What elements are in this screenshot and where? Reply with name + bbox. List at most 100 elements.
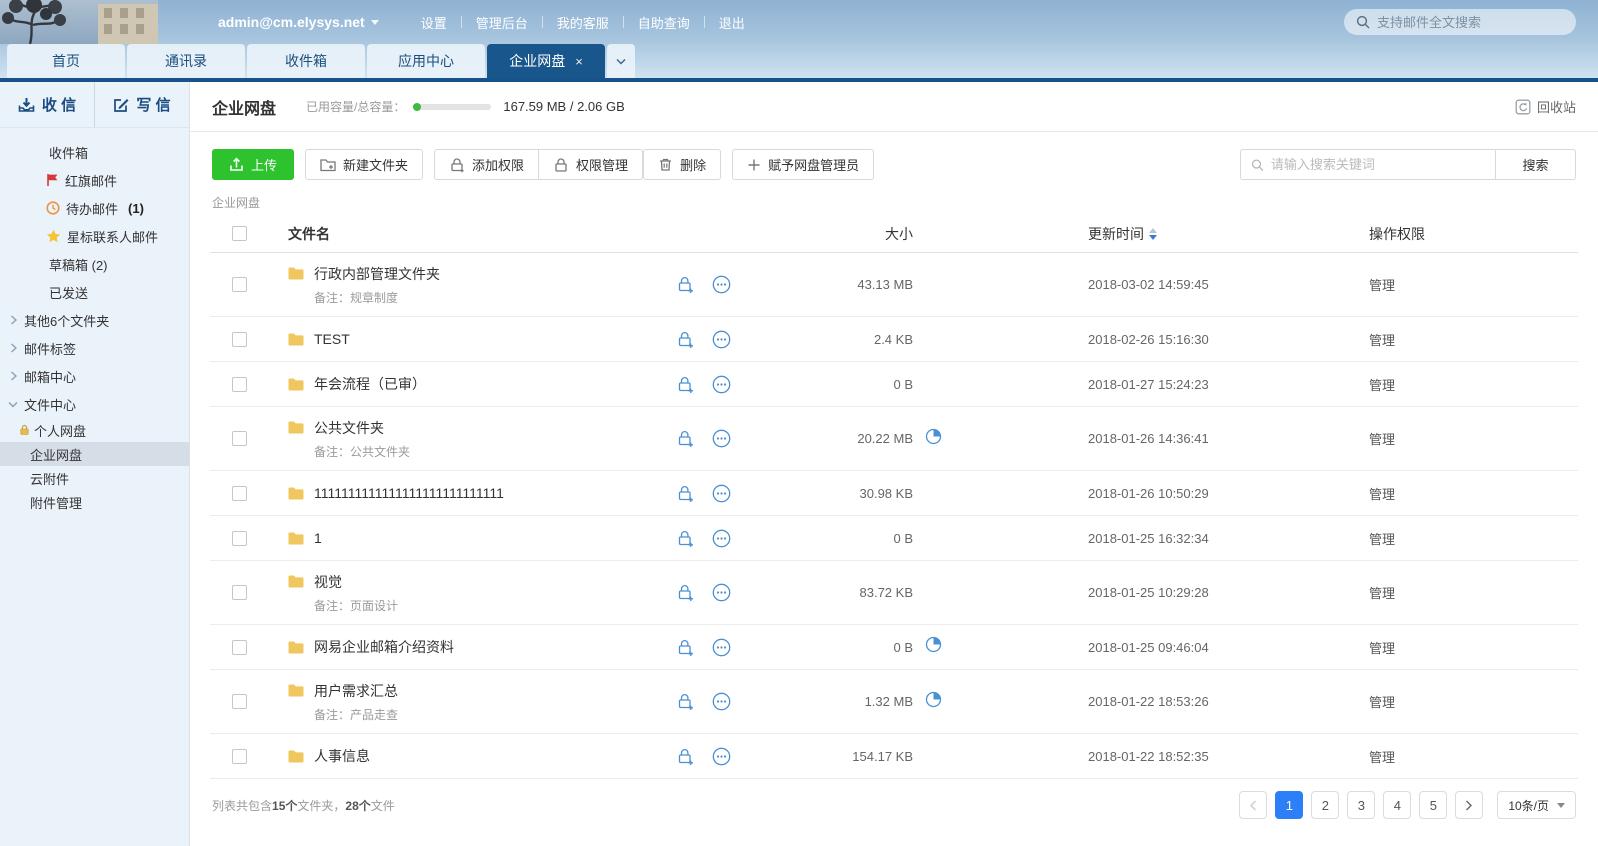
page-button-4[interactable]: 4 <box>1383 791 1411 819</box>
file-name[interactable]: 用户需求汇总 <box>314 681 398 701</box>
column-header-updated[interactable]: 更新时间 <box>1088 224 1353 244</box>
upload-button[interactable]: 上传 <box>212 149 294 180</box>
row-checkbox[interactable] <box>232 431 247 446</box>
permission-link[interactable]: 管理 <box>1353 692 1578 711</box>
close-icon[interactable]: × <box>575 55 583 68</box>
permission-link[interactable]: 管理 <box>1353 375 1578 394</box>
file-name[interactable]: 视觉 <box>314 572 342 592</box>
sidebar-item-mail-tags[interactable]: 邮件标签 <box>0 334 189 362</box>
quota-pie-icon[interactable] <box>925 636 942 658</box>
search-button[interactable]: 搜索 <box>1496 149 1576 180</box>
row-checkbox[interactable] <box>232 277 247 292</box>
topbar-link-self-query[interactable]: 自助查询 <box>624 13 704 32</box>
more-actions-icon[interactable] <box>712 638 731 657</box>
file-name[interactable]: 公共文件夹 <box>314 418 384 438</box>
sidebar-item-drafts[interactable]: 草稿箱 (2) <box>0 250 189 278</box>
add-permission-icon[interactable] <box>676 583 694 602</box>
row-checkbox[interactable] <box>232 749 247 764</box>
permission-link[interactable]: 管理 <box>1353 747 1578 766</box>
more-actions-icon[interactable] <box>712 484 731 503</box>
page-button-1[interactable]: 1 <box>1275 791 1303 819</box>
sidebar-item-enterprise-drive[interactable]: 企业网盘 <box>0 442 189 466</box>
global-search[interactable] <box>1344 9 1576 35</box>
page-button-5[interactable]: 5 <box>1419 791 1447 819</box>
file-name[interactable]: TEST <box>314 331 350 347</box>
file-name[interactable]: 网易企业邮箱介绍资料 <box>314 637 454 657</box>
add-permission-icon[interactable] <box>676 429 694 448</box>
file-name[interactable]: 1 <box>314 530 322 546</box>
topbar-link-my-service[interactable]: 我的客服 <box>543 13 623 32</box>
quota-pie-icon[interactable] <box>925 428 942 450</box>
row-checkbox[interactable] <box>232 585 247 600</box>
permission-link[interactable]: 管理 <box>1353 583 1578 602</box>
tab-app-center[interactable]: 应用中心 <box>367 44 485 78</box>
add-permission-icon[interactable] <box>676 692 694 711</box>
file-name[interactable]: 1111111111111111111111111111 <box>314 485 504 501</box>
new-folder-button[interactable]: 新建文件夹 <box>305 149 423 180</box>
add-permission-icon[interactable] <box>676 275 694 294</box>
tab-list-dropdown[interactable] <box>607 44 635 78</box>
add-permission-icon[interactable] <box>676 375 694 394</box>
permission-link[interactable]: 管理 <box>1353 638 1578 657</box>
row-checkbox[interactable] <box>232 377 247 392</box>
row-checkbox[interactable] <box>232 332 247 347</box>
permission-link[interactable]: 管理 <box>1353 529 1578 548</box>
recycle-bin-link[interactable]: 回收站 <box>1515 97 1576 116</box>
sidebar-item-mail-center[interactable]: 邮箱中心 <box>0 362 189 390</box>
sidebar-item-file-center[interactable]: 文件中心 <box>0 390 189 418</box>
prev-page-button[interactable] <box>1239 791 1267 819</box>
tab-home[interactable]: 首页 <box>7 44 125 78</box>
select-all-checkbox[interactable] <box>232 226 247 241</box>
more-actions-icon[interactable] <box>712 692 731 711</box>
sidebar-item-inbox[interactable]: 收件箱 <box>0 138 189 166</box>
sidebar-item-attachment-manage[interactable]: 附件管理 <box>0 490 189 514</box>
breadcrumb[interactable]: 企业网盘 <box>212 194 1576 211</box>
more-actions-icon[interactable] <box>712 275 731 294</box>
more-actions-icon[interactable] <box>712 583 731 602</box>
permission-link[interactable]: 管理 <box>1353 484 1578 503</box>
topbar-link-settings[interactable]: 设置 <box>407 13 461 32</box>
row-checkbox[interactable] <box>232 694 247 709</box>
tab-enterprise-drive[interactable]: 企业网盘× <box>487 44 605 78</box>
permission-link[interactable]: 管理 <box>1353 429 1578 448</box>
sidebar-item-flagged-mail[interactable]: 红旗邮件 <box>0 166 189 194</box>
row-checkbox[interactable] <box>232 486 247 501</box>
page-size-select[interactable]: 10条/页 <box>1497 791 1576 819</box>
page-button-3[interactable]: 3 <box>1347 791 1375 819</box>
add-permission-icon[interactable] <box>676 330 694 349</box>
add-permission-icon[interactable] <box>676 529 694 548</box>
next-page-button[interactable] <box>1455 791 1483 819</box>
add-permission-icon[interactable] <box>676 484 694 503</box>
more-actions-icon[interactable] <box>712 375 731 394</box>
topbar-link-admin-console[interactable]: 管理后台 <box>462 13 542 32</box>
sidebar-item-starred-contacts-mail[interactable]: 星标联系人邮件 <box>0 222 189 250</box>
receive-mail-button[interactable]: 收 信 <box>0 82 94 127</box>
add-permission-button[interactable]: 添加权限 <box>434 149 539 180</box>
file-name[interactable]: 行政内部管理文件夹 <box>314 264 440 284</box>
quota-pie-icon[interactable] <box>925 691 942 713</box>
permission-link[interactable]: 管理 <box>1353 275 1578 294</box>
grant-admin-button[interactable]: 赋予网盘管理员 <box>732 149 874 180</box>
more-actions-icon[interactable] <box>712 529 731 548</box>
more-actions-icon[interactable] <box>712 747 731 766</box>
add-permission-icon[interactable] <box>676 747 694 766</box>
column-header-size[interactable]: 大小 <box>763 224 913 244</box>
sidebar-item-other-folders[interactable]: 其他6个文件夹 <box>0 306 189 334</box>
add-permission-icon[interactable] <box>676 638 694 657</box>
sort-icon[interactable] <box>1149 228 1157 240</box>
row-checkbox[interactable] <box>232 531 247 546</box>
more-actions-icon[interactable] <box>712 330 731 349</box>
tab-inbox[interactable]: 收件箱 <box>247 44 365 78</box>
column-header-name[interactable]: 文件名 <box>268 224 668 244</box>
global-search-input[interactable] <box>1377 15 1564 30</box>
drive-search-box[interactable] <box>1240 149 1496 180</box>
page-button-2[interactable]: 2 <box>1311 791 1339 819</box>
sidebar-item-todo-mail[interactable]: 待办邮件(1) <box>0 194 189 222</box>
row-checkbox[interactable] <box>232 640 247 655</box>
delete-button[interactable]: 删除 <box>643 149 721 180</box>
sidebar-item-sent[interactable]: 已发送 <box>0 278 189 306</box>
tab-contacts[interactable]: 通讯录 <box>127 44 245 78</box>
topbar-link-logout[interactable]: 退出 <box>705 13 759 32</box>
drive-search-input[interactable] <box>1271 157 1485 172</box>
permission-link[interactable]: 管理 <box>1353 330 1578 349</box>
